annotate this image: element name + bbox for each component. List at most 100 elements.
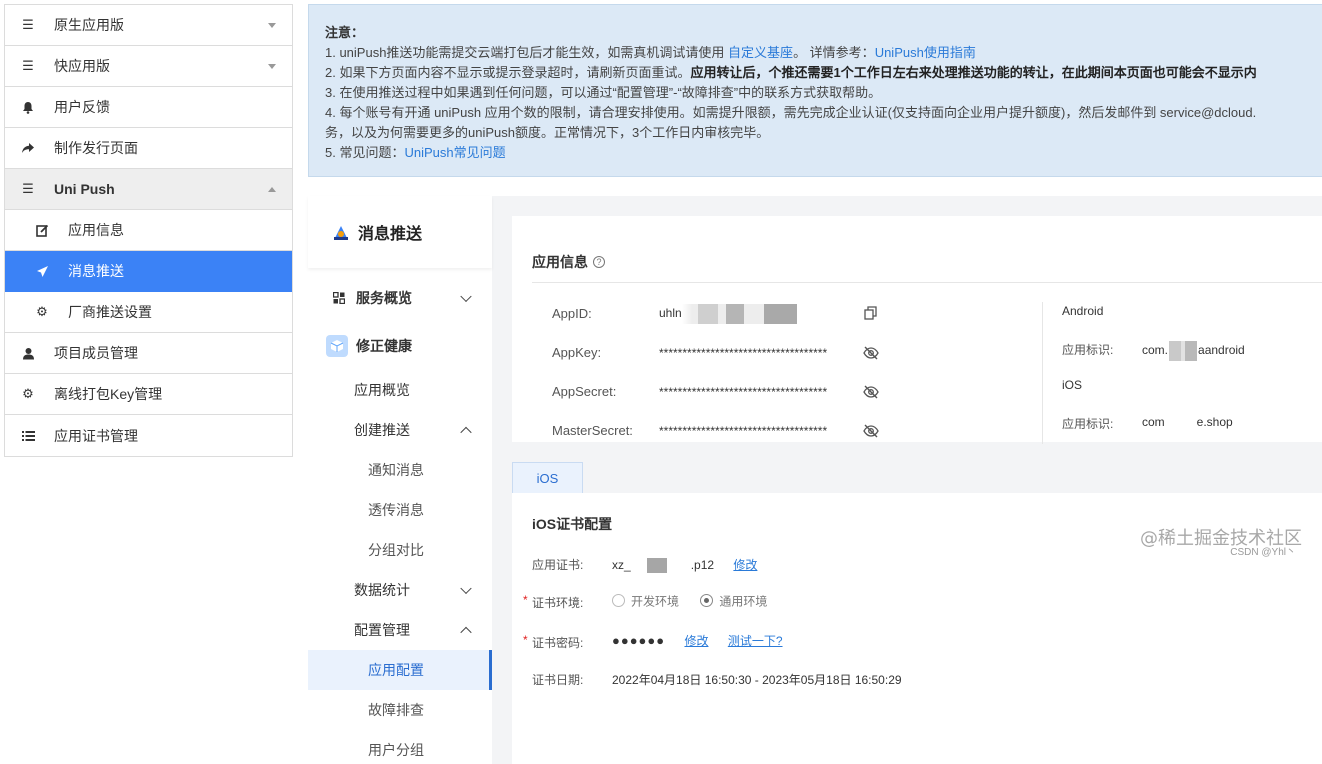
menu-item-push-message[interactable]: 消息推送: [5, 251, 292, 292]
chevron-down-icon: [460, 582, 472, 595]
cert-file-text: .p12: [690, 558, 715, 572]
pwd-test-link[interactable]: 测试一下?: [728, 634, 783, 648]
push-logo-icon: [334, 226, 348, 240]
radio-label: 通用环境: [719, 594, 768, 608]
nav-user-group[interactable]: 用户分组: [308, 730, 492, 764]
env-general-option[interactable]: 通用环境: [700, 593, 768, 608]
pwd-label-text: 证书密码:: [532, 636, 584, 650]
eye-hidden-icon[interactable]: [863, 384, 879, 400]
nav-label: 数据统计: [354, 582, 410, 598]
menu-item-label: 应用证书管理: [54, 427, 138, 444]
notice-text: 2. 如果下方页面内容不显示或提示登录超时，请刷新页面重试。: [325, 65, 691, 80]
appsecret-label: AppSecret:: [552, 384, 617, 399]
android-id-label: 应用标识:: [1062, 343, 1114, 357]
eye-hidden-icon[interactable]: [863, 345, 879, 361]
redaction-mask: [681, 304, 797, 324]
notice-text: 1. uniPush推送功能需提交云端打包后才能生效，如需真机调试请使用: [325, 45, 729, 60]
push-sidebar: 消息推送 服务概览 修正健康 应用概览 创建推送 通知消息 透传消息 分组对比 …: [308, 196, 492, 764]
redaction-mask: [630, 558, 691, 574]
menu-item-quick-app[interactable]: ☰ 快应用版: [5, 46, 292, 87]
menu-item-app-info[interactable]: 应用信息: [5, 210, 292, 251]
pwd-edit-link[interactable]: 修改: [684, 634, 708, 648]
nav-app-overview[interactable]: 应用概览: [308, 370, 492, 410]
copy-icon[interactable]: [863, 305, 879, 321]
menu-item-members[interactable]: 项目成员管理: [5, 333, 292, 374]
notice-bold-text: 应用转让后，个推还需要1个工作日左右来处理推送功能的转让，在此期间本页面也可能会…: [690, 65, 1257, 80]
appid-label: AppID:: [552, 306, 592, 321]
redaction-mask: [1169, 341, 1198, 361]
eye-hidden-icon[interactable]: [863, 423, 879, 439]
nav-config-mgmt[interactable]: 配置管理: [308, 610, 492, 650]
gear-icon: ⚙: [22, 386, 34, 401]
notice-title: 注意：: [325, 25, 365, 40]
unipush-guide-link[interactable]: UniPush使用指南: [875, 45, 976, 60]
env-dev-option[interactable]: 开发环境: [612, 593, 680, 608]
divider-vertical: [1042, 302, 1043, 444]
gear-icon: ⚙: [36, 304, 48, 319]
android-id-text: android: [1204, 343, 1245, 358]
menu-item-label: 消息推送: [68, 263, 124, 279]
date-value: 2022年04月18日 16:50:30 - 2023年05月18日 16:50…: [612, 673, 902, 687]
notice-line-1: 1. uniPush推送功能需提交云端打包后才能生效，如需真机调试请使用 自定义…: [325, 43, 1311, 63]
android-id-text: a: [1198, 343, 1205, 358]
nav-fix-health[interactable]: 修正健康: [308, 322, 492, 370]
app-info-title-row: 应用信息 ?: [532, 252, 605, 272]
nav-label: 创建推送: [354, 422, 410, 438]
radio-dev[interactable]: [612, 594, 625, 607]
android-heading: Android: [1062, 304, 1104, 318]
app-info-title: 应用信息: [532, 254, 588, 270]
menu-item-release-page[interactable]: 制作发行页面: [5, 128, 292, 169]
nav-data-stats[interactable]: 数据统计: [308, 570, 492, 610]
menu-item-vendor-push[interactable]: ⚙ 厂商推送设置: [5, 292, 292, 333]
chevron-up-icon: [460, 426, 472, 439]
unipush-faq-link[interactable]: UniPush常见问题: [404, 145, 505, 160]
caret-down-icon: [268, 23, 276, 28]
list-detail-icon: [21, 429, 35, 443]
menu-item-offline-key[interactable]: ⚙ 离线打包Key管理: [5, 374, 292, 415]
pwd-label: * 证书密码:: [523, 633, 584, 651]
notice-line-4: 4. 每个账号有开通 uniPush 应用个数的限制，请合理安排使用。如需提升限…: [325, 105, 1257, 120]
appsecret-value: ************************************: [659, 385, 828, 399]
menu-item-native-app[interactable]: ☰ 原生应用版: [5, 5, 292, 46]
tab-ios[interactable]: iOS: [512, 462, 583, 494]
required-mark: *: [523, 593, 528, 607]
nav-create-push[interactable]: 创建推送: [308, 410, 492, 450]
env-label-text: 证书环境:: [532, 596, 584, 610]
health-box-icon: [326, 335, 348, 357]
nav-label: 配置管理: [354, 622, 410, 638]
menu-item-label: 原生应用版: [54, 17, 124, 33]
dashboard-icon: [332, 291, 346, 305]
custom-base-link[interactable]: 自定义基座: [728, 45, 793, 60]
date-label: 证书日期:: [532, 673, 584, 687]
required-mark: *: [523, 633, 528, 647]
menu-item-label: 用户反馈: [54, 99, 110, 115]
ios-heading: iOS: [1062, 378, 1083, 392]
env-label: * 证书环境:: [523, 593, 584, 611]
nav-troubleshoot[interactable]: 故障排查: [308, 690, 492, 730]
nav-notify-msg[interactable]: 通知消息: [308, 450, 492, 490]
bell-icon: [21, 100, 35, 114]
push-sidebar-title: 消息推送: [358, 226, 423, 243]
appkey-label: AppKey:: [552, 345, 602, 360]
help-icon[interactable]: ?: [593, 256, 605, 268]
app-info-card: 应用信息 ? AppID: uhln AppKey: *************…: [512, 216, 1322, 444]
nav-passthrough-msg[interactable]: 透传消息: [308, 490, 492, 530]
nav-group-compare[interactable]: 分组对比: [308, 530, 492, 570]
user-icon: [21, 346, 35, 360]
cert-edit-link[interactable]: 修改: [733, 558, 757, 572]
ios-cert-title: iOS证书配置: [532, 516, 613, 532]
appid-value: uhln: [659, 304, 797, 324]
push-sidebar-header: 消息推送: [308, 196, 492, 268]
menu-item-uni-push[interactable]: ☰ Uni Push: [5, 169, 292, 210]
radio-general[interactable]: [700, 594, 714, 607]
menu-item-app-cert[interactable]: 应用证书管理: [5, 415, 292, 456]
pwd-value: ●●●●●●: [612, 633, 666, 648]
menu-item-feedback[interactable]: 用户反馈: [5, 87, 292, 128]
nav-service-overview[interactable]: 服务概览: [308, 274, 492, 322]
radio-label: 开发环境: [631, 594, 680, 608]
menu-item-label: 快应用版: [54, 58, 110, 74]
notice-line-3: 3. 在使用推送过程中如果遇到任何问题，可以通过“配置管理”-“故障排查”中的联…: [325, 85, 882, 100]
nav-app-config[interactable]: 应用配置: [308, 650, 492, 690]
pwd-row: ●●●●●● 修改 测试一下?: [612, 632, 783, 649]
left-sidebar: ☰ 原生应用版 ☰ 快应用版 用户反馈 制作发行页面 ☰ Uni Push 应用…: [4, 4, 293, 457]
